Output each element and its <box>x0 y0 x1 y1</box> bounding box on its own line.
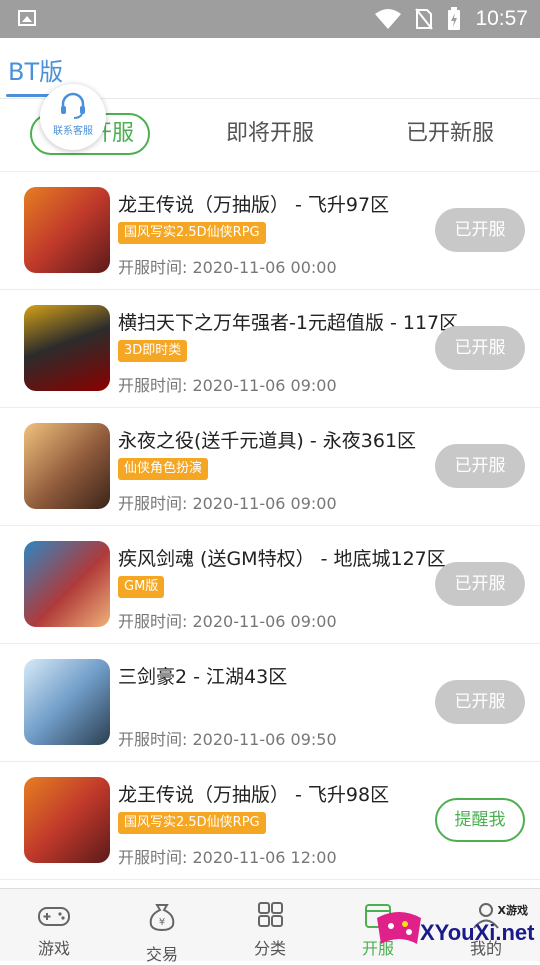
image-icon <box>18 10 36 26</box>
list-item[interactable]: 横扫天下之万年强者-1元超值版 - 117区 3D即时类 开服时间: 2020-… <box>0 290 540 408</box>
game-name: 横扫天下之万年强者-1元超值版 - 117区 <box>118 312 459 334</box>
open-time: 开服时间: 2020-11-06 00:00 <box>118 258 337 277</box>
svg-text:¥: ¥ <box>159 917 165 928</box>
game-art <box>24 423 110 509</box>
list-item[interactable]: 三剑豪2 - 江湖43区 开服时间: 2020-11-06 09:50 已开服 <box>0 644 540 762</box>
customer-service-button[interactable]: 联系客服 <box>40 84 106 150</box>
status-button[interactable]: 已开服 <box>435 326 525 370</box>
game-tag: 国风写实2.5D仙侠RPG <box>118 222 266 244</box>
nav-games[interactable]: 游戏 <box>0 889 108 961</box>
game-tag: 3D即时类 <box>118 340 188 362</box>
wifi-icon <box>375 9 402 29</box>
game-thumbnail[interactable] <box>24 777 110 863</box>
game-tag: 国风写实2.5D仙侠RPG <box>118 812 266 834</box>
game-thumbnail[interactable] <box>24 305 110 391</box>
page-title[interactable]: BT版 <box>8 52 63 87</box>
game-name: 龙王传说（万抽版） - 飞升98区 <box>118 784 390 806</box>
site-watermark: X游戏 XYouXi.net <box>375 896 540 960</box>
game-art <box>24 541 110 627</box>
status-time: 10:57 <box>475 7 528 30</box>
server-list: 龙王传说（万抽版） - 飞升97区 国风写实2.5D仙侠RPG 开服时间: 20… <box>0 172 540 880</box>
game-tag: 仙侠角色扮演 <box>118 458 209 480</box>
list-item[interactable]: 龙王传说（万抽版） - 飞升98区 国风写实2.5D仙侠RPG 开服时间: 20… <box>0 762 540 880</box>
no-sim-icon <box>415 8 434 30</box>
game-thumbnail[interactable] <box>24 541 110 627</box>
open-time: 开服时间: 2020-11-06 09:00 <box>118 494 337 513</box>
list-item[interactable]: 永夜之役(送千元道具) - 永夜361区 仙侠角色扮演 开服时间: 2020-1… <box>0 408 540 526</box>
status-button[interactable]: 已开服 <box>435 444 525 488</box>
list-item[interactable]: 疾风剑魂 (送GM特权） - 地底城127区 GM版 开服时间: 2020-11… <box>0 526 540 644</box>
open-time: 开服时间: 2020-11-06 09:00 <box>118 612 337 631</box>
open-time: 开服时间: 2020-11-06 09:50 <box>118 730 337 749</box>
nav-label: 交易 <box>145 945 178 964</box>
nav-category[interactable]: 分类 <box>216 889 324 961</box>
nav-trade[interactable]: ¥ 交易 <box>108 889 216 964</box>
money-bag-icon: ¥ <box>149 904 175 931</box>
status-button[interactable]: 已开服 <box>435 680 525 724</box>
watermark-big-text: XYouXi.net <box>420 920 535 945</box>
game-art <box>24 187 110 273</box>
status-bar: 10:57 <box>0 0 540 38</box>
tab-upcoming[interactable]: 即将开服 <box>210 113 330 155</box>
game-art <box>24 777 110 863</box>
game-name: 三剑豪2 - 江湖43区 <box>118 666 288 688</box>
remind-button[interactable]: 提醒我 <box>435 798 525 842</box>
nav-label: 分类 <box>253 939 286 958</box>
watermark-logo-icon <box>377 912 421 944</box>
status-button[interactable]: 已开服 <box>435 562 525 606</box>
game-thumbnail[interactable] <box>24 659 110 745</box>
tab-new-opened[interactable]: 已开新服 <box>390 113 510 155</box>
game-thumbnail[interactable] <box>24 187 110 273</box>
game-name: 疾风剑魂 (送GM特权） - 地底城127区 <box>118 548 446 570</box>
watermark-small-text: X游戏 <box>497 904 528 917</box>
game-thumbnail[interactable] <box>24 423 110 509</box>
battery-charging-icon <box>448 7 461 30</box>
open-time: 开服时间: 2020-11-06 09:00 <box>118 376 337 395</box>
customer-service-label: 联系客服 <box>53 126 93 137</box>
grid-icon <box>258 902 283 927</box>
game-name: 龙王传说（万抽版） - 飞升97区 <box>118 194 390 216</box>
nav-label: 游戏 <box>37 939 70 958</box>
game-art <box>24 659 110 745</box>
game-art <box>24 305 110 391</box>
game-name: 永夜之役(送千元道具) - 永夜361区 <box>118 430 417 452</box>
gamepad-icon <box>38 907 70 926</box>
status-button[interactable]: 已开服 <box>435 208 525 252</box>
open-time: 开服时间: 2020-11-06 12:00 <box>118 848 337 867</box>
list-item[interactable]: 龙王传说（万抽版） - 飞升97区 国风写实2.5D仙侠RPG 开服时间: 20… <box>0 172 540 290</box>
game-tag: GM版 <box>118 576 165 598</box>
headset-icon <box>61 92 85 119</box>
